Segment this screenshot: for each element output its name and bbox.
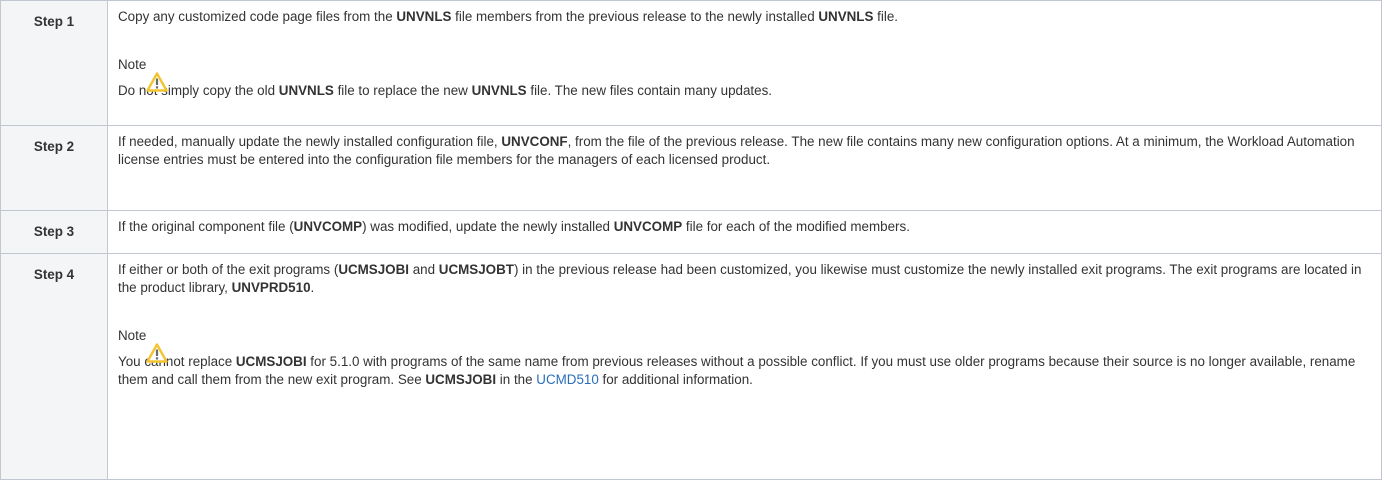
note-title: Note [118, 328, 147, 343]
file-name: UNVNLS [471, 83, 527, 98]
step-text: If the original component file (UNVCOMP)… [118, 218, 1373, 236]
step-label: Step 4 [0, 253, 108, 480]
file-name: UNVCOMP [293, 219, 363, 234]
text-run: If the original component file ( [118, 219, 294, 234]
step-label: Step 2 [0, 125, 108, 211]
note-panel: Note You cannot replace UCMSJOBI for 5.1… [118, 327, 1373, 389]
step-label: Step 1 [0, 0, 108, 126]
ucmd510-link[interactable]: UCMD510 [536, 372, 599, 387]
step-text: Copy any customized code page files from… [118, 8, 1373, 26]
file-name: UNVNLS [278, 83, 334, 98]
program-name: UCMSJOBT [438, 262, 514, 277]
step-label: Step 3 [0, 210, 108, 254]
table-row: Step 4 If either or both of the exit pro… [0, 253, 1382, 480]
note-text: You cannot replace UCMSJOBI for 5.1.0 wi… [118, 353, 1373, 389]
text-run: in the [496, 372, 537, 387]
warning-triangle-icon [146, 343, 168, 363]
text-run: file to replace the new [333, 83, 472, 98]
table-row: Step 2 If needed, manually update the ne… [0, 125, 1382, 211]
text-run: file for each of the modified members. [682, 219, 910, 234]
text-run: for additional information. [598, 372, 753, 387]
program-name: UCMSJOBI [425, 372, 497, 387]
step-text: If needed, manually update the newly ins… [118, 133, 1373, 169]
file-name: UNVCONF [501, 134, 568, 149]
text-run: file. The new files contain many updates… [526, 83, 773, 98]
step-description: If either or both of the exit programs (… [107, 253, 1382, 480]
library-name: UNVPRD510 [231, 280, 311, 295]
table-row: Step 1 Copy any customized code page fil… [0, 0, 1382, 126]
text-run: Copy any customized code page files from… [118, 9, 397, 24]
file-name: UNVNLS [396, 9, 452, 24]
file-name: UNVCOMP [613, 219, 683, 234]
note-panel: Note Do not simply copy the old UNVNLS f… [118, 56, 1373, 100]
text-run: file members from the previous release t… [451, 9, 819, 24]
note-text: Do not simply copy the old UNVNLS file t… [118, 82, 1373, 100]
note-title: Note [118, 57, 147, 72]
text-run: You cannot replace [118, 354, 236, 369]
step-description: If needed, manually update the newly ins… [107, 125, 1382, 211]
steps-table: Step 1 Copy any customized code page fil… [0, 0, 1382, 480]
text-run: ) was modified, update the newly install… [362, 219, 614, 234]
text-run: If needed, manually update the newly ins… [118, 134, 502, 149]
step-description: If the original component file (UNVCOMP)… [107, 210, 1382, 254]
table-row: Step 3 If the original component file (U… [0, 210, 1382, 254]
step-text: If either or both of the exit programs (… [118, 261, 1373, 297]
program-name: UCMSJOBI [235, 354, 307, 369]
step-description: Copy any customized code page files from… [107, 0, 1382, 126]
text-run: file. [873, 9, 898, 24]
text-run: Do not simply copy the old [118, 83, 279, 98]
warning-triangle-icon [146, 72, 168, 92]
file-name: UNVNLS [818, 9, 874, 24]
text-run: . [310, 280, 315, 295]
text-run: and [409, 262, 439, 277]
text-run: If either or both of the exit programs ( [118, 262, 339, 277]
program-name: UCMSJOBI [338, 262, 409, 277]
